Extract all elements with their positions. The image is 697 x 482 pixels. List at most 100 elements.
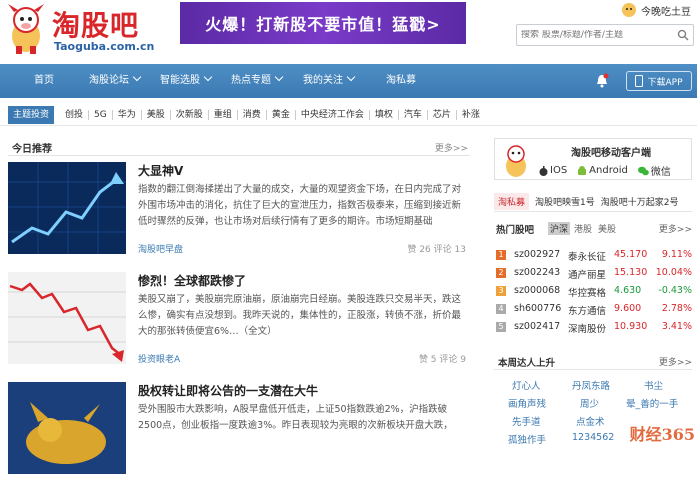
article-thumbnail[interactable] (8, 382, 126, 474)
user-link[interactable]: 1234562 (572, 432, 614, 443)
stock-price: 10.930 (614, 321, 647, 332)
stock-code[interactable]: sz002417 (514, 321, 560, 332)
comment-count[interactable]: 评论 13 (434, 245, 466, 255)
platform-ios[interactable]: IOS (539, 163, 567, 178)
nav-hot-topics[interactable]: 热点专题 (231, 64, 282, 98)
stock-change: 9.11% (662, 249, 692, 260)
nav-home[interactable]: 首页 (34, 64, 54, 98)
stock-code[interactable]: sz002243 (514, 267, 560, 278)
topic-tag[interactable]: 5G (89, 110, 113, 120)
stock-name[interactable]: 东方通信 (568, 303, 606, 317)
mobile-app-box[interactable]: 淘股吧移动客户端 IOS Android 微信 (494, 138, 692, 180)
user-link[interactable]: 点金术 (576, 414, 605, 428)
section-title: 今日推荐 (12, 140, 52, 155)
more-link[interactable]: 更多>> (659, 222, 692, 235)
topic-tag[interactable]: 填权 (370, 110, 399, 120)
site-logo[interactable]: 淘股吧 Taoguba.com.cn (4, 2, 172, 58)
topic-tag[interactable]: 中央经济工作会 (296, 110, 370, 120)
search-icon[interactable] (677, 29, 689, 41)
cow-mascot-icon (4, 2, 48, 56)
tab-fund-1[interactable]: 淘股吧映雪1号 (535, 195, 595, 208)
topic-tags-label: 主题投资 (8, 106, 54, 124)
article-card[interactable]: 股权转让即将公告的一支潜在大牛 受外围股市大跌影响，A股早盘低开低走，上证50指… (8, 382, 470, 482)
article-author[interactable]: 投资眼老A (138, 352, 180, 365)
user-link[interactable]: 周少 (580, 396, 599, 410)
article-card[interactable]: 大显神V 指数的翻江倒海揉搓出了大量的成交，大量的观望资金下场，在日内完成了对外… (8, 162, 470, 262)
stock-change: 3.41% (662, 321, 692, 332)
stock-code[interactable]: sh600776 (514, 303, 561, 314)
topic-tag[interactable]: 补涨 (457, 110, 485, 120)
logo-text: 淘股吧 (52, 4, 139, 44)
article-title[interactable]: 大显神V (138, 162, 183, 179)
stock-code[interactable]: sz000068 (514, 285, 560, 296)
tab-hk[interactable]: 港股 (574, 222, 592, 235)
user-menu[interactable]: 今晚吃土豆 (621, 2, 691, 18)
download-app-button[interactable]: 下载APP (626, 71, 692, 91)
stock-row[interactable]: 2 sz002243 通产丽星 15.130 10.04% (494, 264, 692, 282)
topic-tag[interactable]: 芯片 (428, 110, 457, 120)
article-title[interactable]: 股权转让即将公告的一支潜在大牛 (138, 382, 318, 399)
nav-my-follows[interactable]: 我的关注 (303, 64, 354, 98)
topic-tag[interactable]: 次新股 (171, 110, 209, 120)
android-icon (577, 166, 587, 176)
user-link[interactable]: 画角声残 (508, 396, 546, 410)
stock-name[interactable]: 通产丽星 (568, 267, 606, 281)
topic-tag[interactable]: 消费 (238, 110, 267, 120)
more-link[interactable]: 更多>> (659, 355, 692, 368)
topic-tag[interactable]: 创投 (60, 110, 89, 120)
rank-badge: 3 (496, 286, 506, 296)
hot-stocks-header: 热门股吧 沪深 港股 美股 更多>> (494, 220, 692, 236)
tab-private-fund[interactable]: 淘私募 (494, 193, 529, 210)
bell-icon[interactable] (594, 73, 610, 89)
user-link[interactable]: 孤独作手 (508, 432, 546, 446)
promo-banner[interactable]: 火爆！打新股不要市值！猛戳> (180, 2, 466, 44)
topic-tag[interactable]: 华为 (113, 110, 142, 120)
tab-us[interactable]: 美股 (598, 222, 616, 235)
topic-tag[interactable]: 汽车 (399, 110, 428, 120)
search-input[interactable] (521, 30, 671, 40)
stock-price: 4.630 (614, 285, 641, 296)
nav-private-fund[interactable]: 淘私募 (386, 64, 416, 98)
stock-name[interactable]: 泰永长征 (568, 249, 606, 263)
like-count[interactable]: 赞 26 (407, 245, 430, 255)
chevron-down-icon (347, 73, 355, 81)
stock-name[interactable]: 深南股份 (568, 321, 606, 335)
user-link[interactable]: 先手道 (512, 414, 541, 428)
topic-tag[interactable]: 重组 (209, 110, 238, 120)
avatar (621, 2, 637, 18)
user-link[interactable]: 书尘 (644, 378, 663, 392)
logo-domain: Taoguba.com.cn (54, 40, 154, 53)
user-link[interactable]: 晕_善的一手 (626, 396, 678, 410)
nav-smart-pick[interactable]: 智能选股 (160, 64, 211, 98)
platform-android[interactable]: Android (577, 163, 628, 178)
stock-row[interactable]: 4 sh600776 东方通信 9.600 2.78% (494, 300, 692, 318)
weekly-rising-header: 本周达人上升 更多>> (494, 352, 692, 370)
search-box[interactable] (516, 24, 694, 46)
tab-hs[interactable]: 沪深 (548, 222, 570, 235)
tab-fund-2[interactable]: 淘股吧十万起家2号 (601, 195, 679, 208)
nav-forum[interactable]: 淘股论坛 (89, 64, 140, 98)
platform-wechat[interactable]: 微信 (638, 163, 671, 178)
topic-tag[interactable]: 美股 (142, 110, 171, 120)
main-nav: 首页 淘股论坛 智能选股 热点专题 我的关注 淘私募 下载APP (0, 64, 697, 98)
cow-mascot-icon (501, 142, 531, 178)
stock-name[interactable]: 华控赛格 (568, 285, 606, 299)
stock-change: 10.04% (656, 267, 692, 278)
article-title[interactable]: 惨烈！全球都跌惨了 (138, 272, 246, 289)
like-count[interactable]: 赞 5 (419, 355, 437, 365)
more-link[interactable]: 更多>> (435, 141, 468, 154)
stock-row[interactable]: 1 sz002927 泰永长征 45.170 9.11% (494, 246, 692, 264)
article-thumbnail[interactable] (8, 272, 126, 364)
article-stats: 赞 26 评论 13 (407, 242, 466, 255)
user-link[interactable]: 灯心人 (512, 378, 541, 392)
article-thumbnail[interactable] (8, 162, 126, 254)
user-link[interactable]: 丹凤东路 (572, 378, 610, 392)
stock-row[interactable]: 5 sz002417 深南股份 10.930 3.41% (494, 318, 692, 336)
article-author[interactable]: 淘股吧早盘 (138, 242, 183, 255)
wechat-icon (638, 166, 649, 176)
comment-count[interactable]: 评论 9 (439, 355, 466, 365)
stock-code[interactable]: sz002927 (514, 249, 560, 260)
stock-row[interactable]: 3 sz000068 华控赛格 4.630 -0.43% (494, 282, 692, 300)
topic-tag[interactable]: 黄金 (267, 110, 296, 120)
article-card[interactable]: 惨烈！全球都跌惨了 美股又崩了，美股崩完原油崩，原油崩完日经崩。美股连跌只交易半… (8, 272, 470, 372)
